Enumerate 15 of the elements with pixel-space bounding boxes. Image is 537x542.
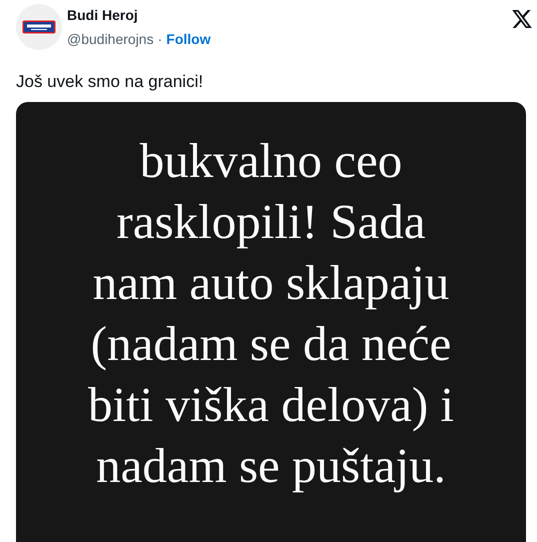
- x-logo-icon[interactable]: [512, 10, 532, 28]
- image-text: rasklopili! Sada: [116, 193, 426, 251]
- tweet-text: Još uvek smo na granici!: [16, 72, 204, 92]
- avatar[interactable]: [16, 4, 62, 50]
- image-text: (nadam se da neće: [90, 315, 452, 373]
- image-text: biti viška delova) i: [88, 376, 454, 434]
- follow-link[interactable]: Follow: [166, 31, 211, 47]
- separator-dot: ·: [158, 31, 162, 47]
- media-image[interactable]: bukvalno ceo rasklopili! Sada nam auto sklapaju (nadam se da neće biti viška delova) i nadam se puštaju.: [16, 102, 526, 542]
- logo-icon: [22, 20, 56, 34]
- author-name[interactable]: Budi Heroj: [67, 7, 507, 23]
- image-text: nadam se puštaju.: [96, 437, 446, 495]
- image-text: bukvalno ceo: [140, 132, 402, 190]
- author-handle[interactable]: @budiherojns: [67, 31, 154, 47]
- image-text: nam auto sklapaju: [92, 254, 450, 312]
